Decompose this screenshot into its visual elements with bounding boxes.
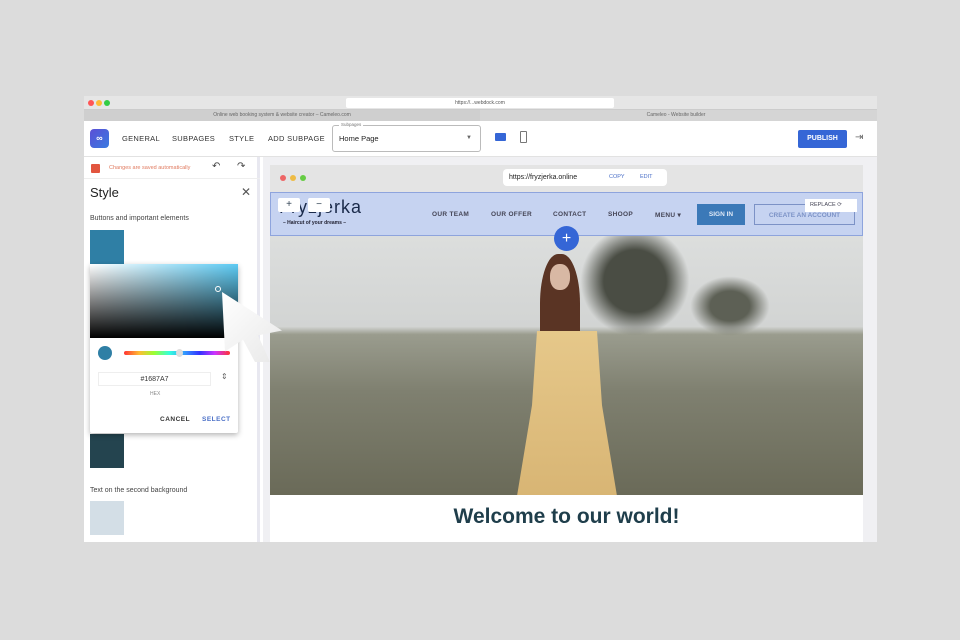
color-swatch-primary[interactable]	[90, 230, 124, 264]
site-nav-shoop[interactable]: SHOOP	[608, 211, 633, 218]
section-label: Buttons and important elements	[90, 215, 189, 222]
replace-button[interactable]: REPLACE ⟳	[805, 199, 857, 212]
tab-active[interactable]: Cameleo - Website builder	[481, 110, 871, 121]
nav-add-subpage[interactable]: ADD SUBPAGE	[268, 134, 325, 143]
add-section-button[interactable]: +	[554, 226, 579, 251]
maximize-dot[interactable]	[104, 100, 110, 106]
color-swatch-light[interactable]	[90, 501, 124, 535]
cancel-button[interactable]: CANCEL	[160, 416, 190, 423]
nav-general[interactable]: GENERAL	[122, 134, 160, 143]
color-preview	[98, 346, 112, 360]
desktop-view-icon[interactable]	[495, 133, 506, 141]
dot	[290, 175, 296, 181]
site-nav-contact[interactable]: CONTACT	[553, 211, 586, 218]
section-label: Text on the second background	[90, 487, 188, 494]
copy-link[interactable]: COPY	[609, 169, 625, 186]
hex-label: HEX	[150, 391, 161, 397]
sign-in-button[interactable]: SIGN IN	[697, 204, 745, 225]
app-logo-icon: ∞	[90, 129, 109, 148]
site-tagline: – Haircut of your dreams –	[283, 220, 347, 226]
hue-handle[interactable]	[176, 349, 183, 357]
site-nav-menu[interactable]: MENU ▾	[655, 211, 681, 219]
address-bar[interactable]: https://...webdock.com	[346, 98, 614, 108]
zoom-out-button[interactable]: −	[308, 198, 330, 212]
exit-icon[interactable]: ⇥	[855, 132, 863, 143]
chevron-down-icon: ▼	[466, 135, 472, 141]
zoom-in-button[interactable]: +	[278, 198, 300, 212]
hex-input[interactable]: #1687A7	[98, 372, 211, 386]
sv-handle[interactable]	[215, 286, 221, 292]
site-nav-our-team[interactable]: OUR TEAM	[432, 211, 469, 218]
hero-image	[270, 236, 863, 495]
site-nav-our-offer[interactable]: OUR OFFER	[491, 211, 532, 218]
site-url-box: https://fryzjerka.online COPY EDIT	[503, 169, 667, 186]
browser-toolbar: https://...webdock.com	[84, 96, 877, 110]
close-dot[interactable]	[88, 100, 94, 106]
welcome-heading: Welcome to our world!	[453, 505, 680, 528]
redo-icon[interactable]: ↷	[237, 161, 245, 172]
subpage-select[interactable]: Subpages Home Page ▼	[332, 122, 481, 152]
close-icon[interactable]: ✕	[241, 185, 251, 199]
site-preview: https://fryzjerka.online COPY EDIT Fryzj…	[270, 165, 863, 542]
editor-canvas: https://fryzjerka.online COPY EDIT Fryzj…	[263, 157, 877, 542]
format-toggle-icon[interactable]: ⇕	[221, 372, 228, 381]
save-status-bar: Changes are saved automatically ↶ ↷	[84, 157, 260, 179]
save-status: Changes are saved automatically	[109, 165, 191, 171]
preview-toolbar: https://fryzjerka.online COPY EDIT	[270, 165, 863, 192]
minimize-dot[interactable]	[96, 100, 102, 106]
tab[interactable]: Online web booking system & website crea…	[84, 110, 480, 121]
tree-shape	[690, 276, 770, 336]
publish-button[interactable]: PUBLISH	[798, 130, 847, 148]
saturation-value-area[interactable]	[90, 264, 238, 338]
tab-bar: Online web booking system & website crea…	[84, 110, 877, 121]
color-picker: #1687A7 ⇕ HEX CANCEL SELECT	[90, 264, 238, 433]
refresh-icon: ⟳	[837, 202, 842, 208]
subpage-select-label: Subpages	[339, 122, 364, 127]
dot	[300, 175, 306, 181]
site-url: https://fryzjerka.online	[509, 174, 578, 181]
dot	[280, 175, 286, 181]
color-swatch-dark[interactable]	[90, 434, 124, 468]
nav-subpages[interactable]: SUBPAGES	[172, 134, 215, 143]
hue-slider[interactable]	[124, 349, 230, 357]
select-button[interactable]: SELECT	[202, 416, 231, 423]
nav-style[interactable]: STYLE	[229, 134, 254, 143]
subpage-select-value: Home Page	[339, 134, 379, 143]
save-icon	[91, 164, 100, 173]
undo-icon[interactable]: ↶	[212, 161, 220, 172]
woman-dress	[517, 331, 617, 495]
editor-topbar: ∞ GENERAL SUBPAGES STYLE ADD SUBPAGE Sub…	[84, 121, 877, 157]
woman-face	[550, 264, 570, 290]
replace-label: REPLACE	[810, 202, 836, 208]
mobile-view-icon[interactable]	[520, 131, 527, 143]
panel-title: Style	[90, 185, 119, 200]
edit-link[interactable]: EDIT	[640, 169, 653, 186]
tree-shape	[580, 236, 690, 336]
